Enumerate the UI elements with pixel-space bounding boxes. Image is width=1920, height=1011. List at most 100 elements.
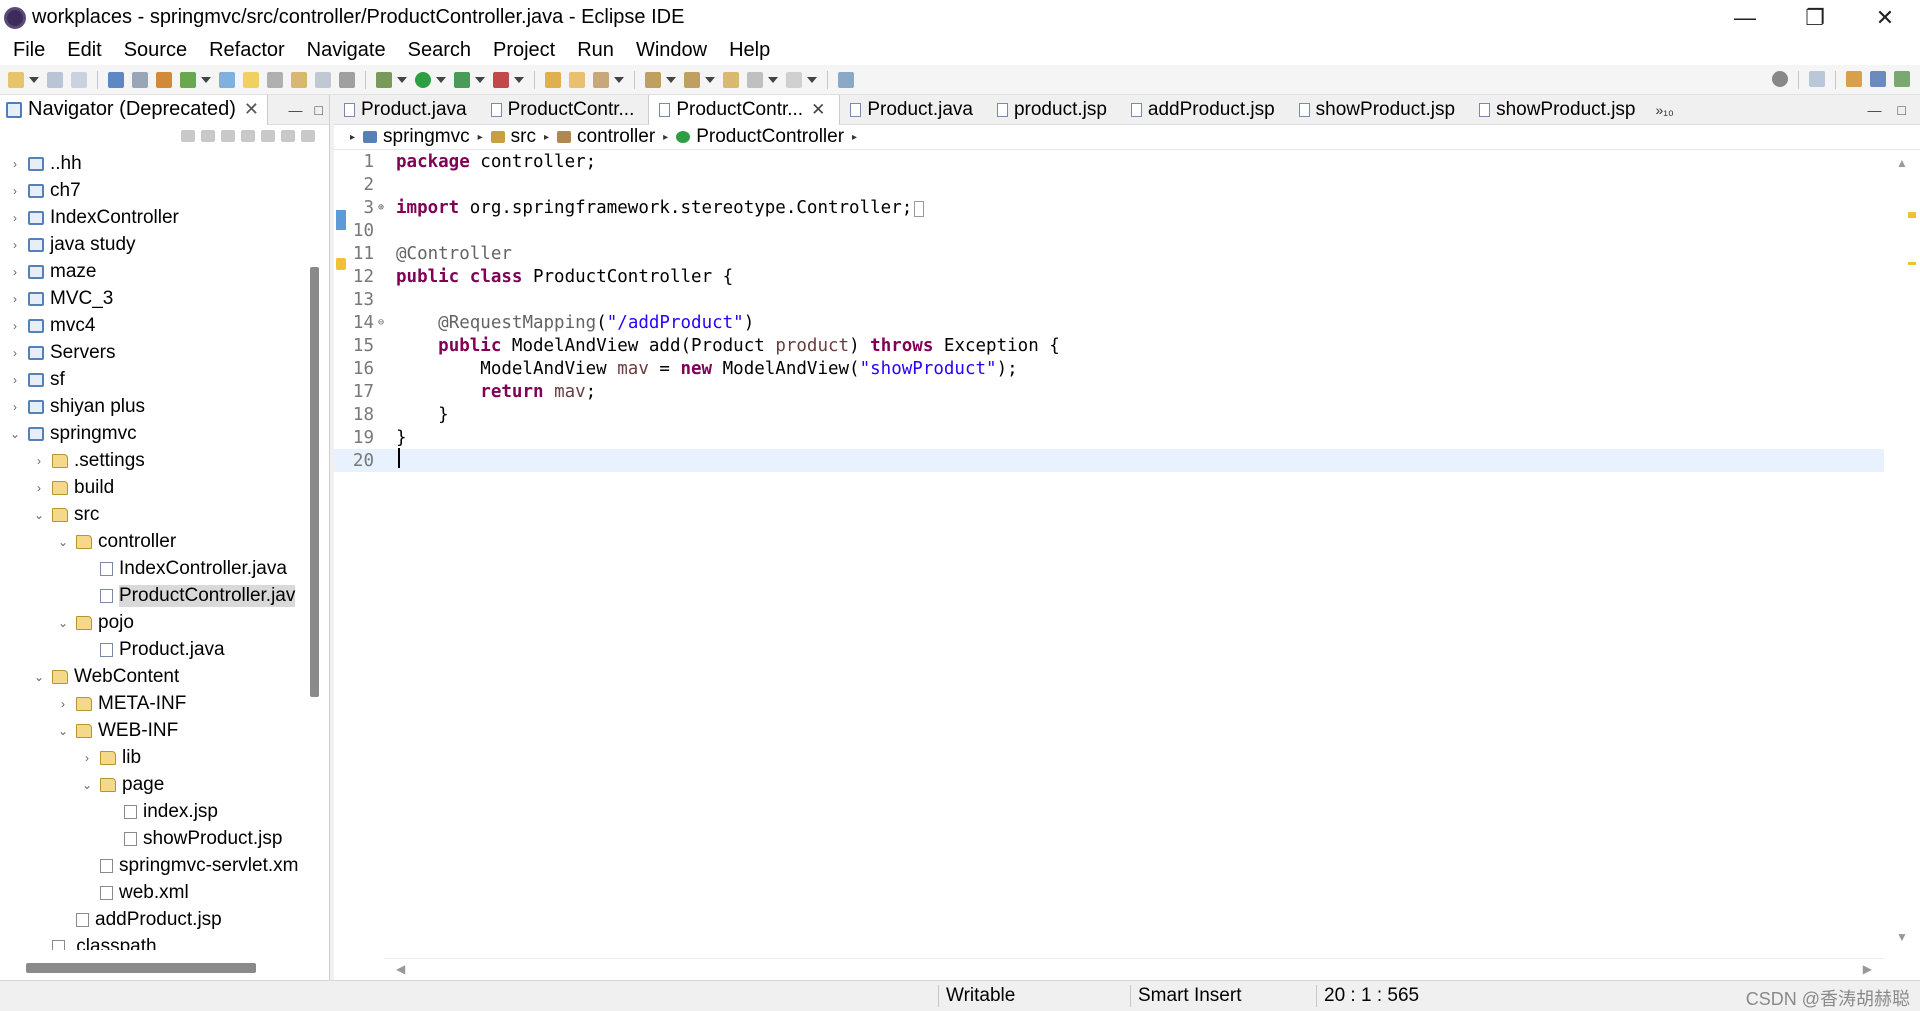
expand-toggle-icon[interactable]: ›	[8, 373, 22, 387]
menu-edit[interactable]: Edit	[56, 39, 112, 62]
tree-item[interactable]: › Servers	[0, 339, 305, 366]
search-tool-icon[interactable]	[593, 71, 609, 88]
expand-toggle-icon[interactable]: ›	[8, 184, 22, 198]
expand-toggle-icon[interactable]: ⌄	[56, 724, 70, 738]
previous-annotation-icon[interactable]	[684, 71, 700, 88]
expand-toggle-icon[interactable]: ⌄	[56, 535, 70, 549]
close-tab-icon[interactable]: ✕	[811, 100, 825, 120]
open-console-icon[interactable]	[108, 71, 124, 88]
breadcrumb-arrow-icon[interactable]: ▸	[663, 132, 668, 143]
editor-tab[interactable]: Product.java	[334, 95, 481, 125]
navigator-horizontal-scrollbar[interactable]	[26, 963, 256, 973]
expand-toggle-icon[interactable]: ›	[8, 346, 22, 360]
menu-file[interactable]: File	[2, 39, 56, 62]
new-dropdown-icon[interactable]	[29, 76, 39, 83]
menu-window[interactable]: Window	[625, 39, 718, 62]
external-tools-run-icon[interactable]	[493, 71, 509, 88]
run-dropdown-icon[interactable]	[436, 76, 446, 83]
menu-source[interactable]: Source	[113, 39, 198, 62]
collapse-all-icon[interactable]	[241, 130, 255, 142]
toggle-highlight-icon[interactable]	[243, 71, 259, 88]
editor-tab[interactable]: addProduct.jsp	[1121, 95, 1289, 125]
code-line[interactable]: 18 }	[334, 403, 1884, 426]
code-line[interactable]: 2	[334, 173, 1884, 196]
tree-item[interactable]: › maze	[0, 258, 305, 285]
editor-tab[interactable]: product.jsp	[987, 95, 1121, 125]
tree-item[interactable]: showProduct.jsp	[0, 825, 305, 852]
expand-toggle-icon[interactable]: ›	[8, 319, 22, 333]
tree-item[interactable]: springmvc-servlet.xm	[0, 852, 305, 879]
pilcrow-icon[interactable]	[339, 71, 355, 88]
editor-tab[interactable]: Product.java	[840, 95, 987, 125]
tree-item[interactable]: addProduct.jsp	[0, 906, 305, 933]
word-wrap-icon[interactable]	[267, 71, 283, 88]
forward-dropdown-icon[interactable]	[807, 76, 817, 83]
menu-search[interactable]: Search	[397, 39, 482, 62]
code-line[interactable]: 17 return mav;	[334, 380, 1884, 403]
pin-editor-icon[interactable]	[838, 71, 854, 88]
debug-dropdown-icon[interactable]	[397, 76, 407, 83]
tree-item[interactable]: › ..hh	[0, 150, 305, 177]
code-line[interactable]: 14 ⊖ @RequestMapping("/addProduct")	[334, 311, 1884, 334]
search-dropdown-icon[interactable]	[614, 76, 624, 83]
tree-item[interactable]: web.xml	[0, 879, 305, 906]
cursor-position-status[interactable]: 20 : 1 : 565	[1324, 985, 1419, 1007]
breadcrumb-arrow-icon[interactable]: ▸	[350, 132, 355, 143]
fold-toggle-icon[interactable]: ⊖	[378, 317, 392, 328]
tree-item[interactable]: › java study	[0, 231, 305, 258]
save-icon[interactable]	[47, 71, 63, 88]
tree-item[interactable]: ProductController.jav	[0, 582, 305, 609]
menu-refactor[interactable]: Refactor	[198, 39, 296, 62]
expand-toggle-icon[interactable]: ›	[56, 697, 70, 711]
tree-item[interactable]: ⌄ pojo	[0, 609, 305, 636]
menu-run[interactable]: Run	[566, 39, 625, 62]
expand-toggle-icon[interactable]: ›	[32, 454, 46, 468]
expand-toggle-icon[interactable]: ›	[80, 751, 94, 765]
new-icon[interactable]	[8, 71, 24, 88]
editor-tab[interactable]: showProduct.jsp	[1289, 95, 1469, 125]
tree-item[interactable]: › MVC_3	[0, 285, 305, 312]
code-line[interactable]: 11 @Controller	[334, 242, 1884, 265]
open-task-icon[interactable]	[569, 71, 585, 88]
next-annotation-dropdown-icon[interactable]	[666, 76, 676, 83]
editor-horizontal-scrollbar[interactable]: ◀ ▶	[384, 958, 1884, 980]
external-dropdown-icon[interactable]	[514, 76, 524, 83]
code-line[interactable]: 10	[334, 219, 1884, 242]
expand-toggle-icon[interactable]: ⌄	[32, 508, 46, 522]
search-icon[interactable]	[1772, 71, 1788, 87]
new-server-icon[interactable]	[180, 71, 196, 88]
tree-item[interactable]: › sf	[0, 366, 305, 393]
code-line[interactable]: 12 public class ProductController {	[334, 265, 1884, 288]
expand-toggle-icon[interactable]: ›	[32, 481, 46, 495]
minimize-view-icon[interactable]: —	[289, 102, 303, 118]
breadcrumb-item[interactable]: controller	[577, 126, 655, 148]
expand-toggle-icon[interactable]: ⌄	[56, 616, 70, 630]
debug-perspective-icon[interactable]	[1894, 71, 1910, 87]
view-menu-icon[interactable]	[301, 130, 315, 142]
filter-icon[interactable]	[281, 130, 295, 142]
code-line[interactable]: 15 public ModelAndView add(Product produ…	[334, 334, 1884, 357]
expand-toggle-icon[interactable]: ⌄	[32, 670, 46, 684]
tree-item[interactable]: ⌄ springmvc	[0, 420, 305, 447]
expand-toggle-icon[interactable]: ›	[8, 157, 22, 171]
skip-breakpoints-icon[interactable]	[132, 71, 148, 88]
tree-item[interactable]: › ch7	[0, 177, 305, 204]
coverage-dropdown-icon[interactable]	[475, 76, 485, 83]
open-perspective-icon[interactable]	[1809, 71, 1825, 87]
tree-item[interactable]: ⌄ page	[0, 771, 305, 798]
scroll-up-icon[interactable]: ▲	[1896, 156, 1908, 170]
expand-toggle-icon[interactable]: ›	[8, 265, 22, 279]
fold-toggle-icon[interactable]: ⊕	[378, 202, 392, 213]
close-navigator-icon[interactable]: ✕	[244, 99, 259, 120]
editor-tab[interactable]: ProductContr...	[481, 95, 649, 125]
overview-marker[interactable]	[1908, 262, 1916, 265]
expand-toggle-icon[interactable]: ⌄	[8, 427, 22, 441]
java-ee-perspective-icon[interactable]	[1846, 71, 1862, 87]
maximize-editor-icon[interactable]: □	[1898, 102, 1906, 118]
breadcrumb-arrow-icon[interactable]: ▸	[544, 132, 549, 143]
breadcrumb-item[interactable]: ProductController	[696, 126, 844, 148]
coverage-icon[interactable]	[454, 71, 470, 88]
breadcrumb-item[interactable]: springmvc	[383, 126, 470, 148]
tree-item[interactable]: › IndexController	[0, 204, 305, 231]
overview-marker[interactable]	[1908, 212, 1916, 218]
